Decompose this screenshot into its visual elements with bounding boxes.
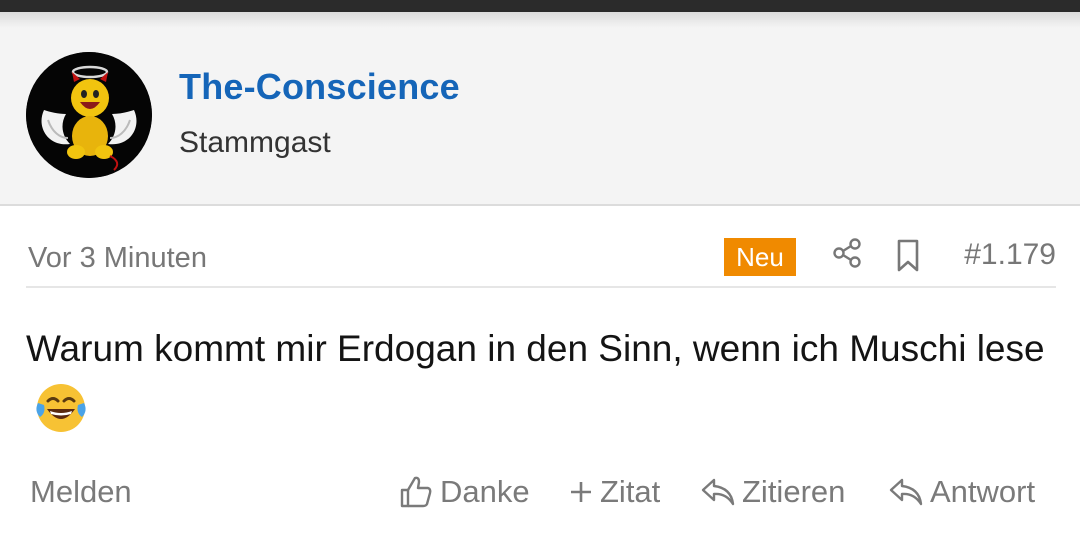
reply-arrow-icon (889, 478, 923, 506)
post-actions-bar: Melden Danke Zitat Zitieren Antwort (0, 470, 1080, 520)
add-quote-button[interactable]: Zitat (568, 474, 660, 510)
new-badge: Neu (724, 238, 796, 276)
reply-button[interactable]: Antwort (888, 474, 1035, 510)
thanks-button[interactable]: Danke (398, 474, 530, 510)
face-with-tears-of-joy-icon (34, 381, 88, 435)
thanks-label: Danke (440, 474, 530, 509)
user-title: Stammgast (179, 126, 331, 159)
post-number-link[interactable]: #1.179 (964, 238, 1056, 272)
top-bar (0, 0, 1080, 12)
username-link[interactable]: The-Conscience (179, 66, 460, 108)
post-timestamp[interactable]: Vor 3 Minuten (28, 242, 207, 275)
post-author-header: The-Conscience Stammgast (0, 28, 1080, 206)
report-label: Melden (30, 474, 132, 509)
post-message-text: Warum kommt mir Erdogan in den Sinn, wen… (26, 328, 1045, 369)
report-button[interactable]: Melden (30, 474, 132, 510)
bookmark-icon[interactable] (894, 238, 922, 274)
top-bar-shadow (0, 12, 1080, 28)
post-meta-row: Vor 3 Minuten Neu #1.179 (26, 230, 1056, 288)
reply-label: Antwort (930, 474, 1036, 509)
plus-icon (571, 482, 591, 502)
cite-button[interactable]: Zitieren (700, 474, 845, 510)
reply-arrow-icon (701, 478, 735, 506)
cite-label: Zitieren (742, 474, 846, 509)
angel-baby-avatar-icon (26, 52, 152, 178)
post-message: Warum kommt mir Erdogan in den Sinn, wen… (26, 318, 1056, 442)
share-icon[interactable] (830, 236, 864, 270)
thumbs-up-icon (400, 476, 432, 508)
avatar[interactable] (26, 52, 152, 178)
add-quote-label: Zitat (600, 474, 661, 509)
